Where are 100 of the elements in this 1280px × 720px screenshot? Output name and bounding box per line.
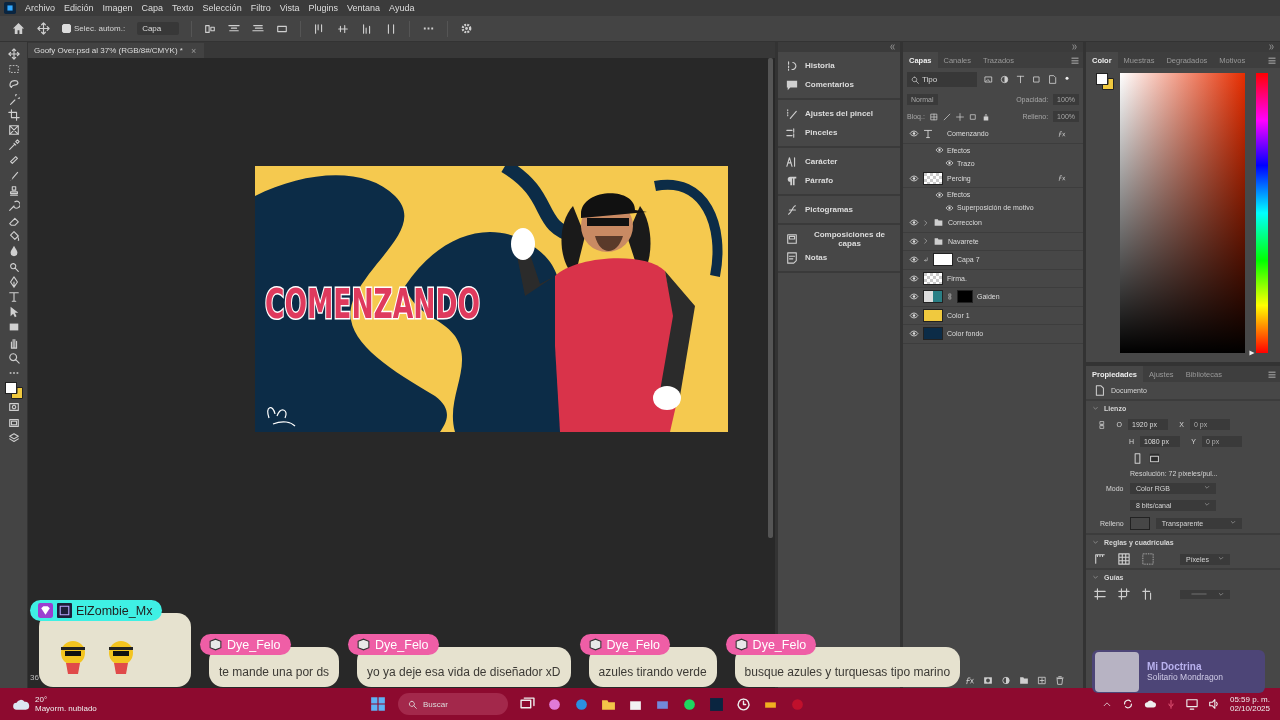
type-filter-icon[interactable] <box>1016 75 1025 84</box>
checkbox[interactable] <box>62 24 71 33</box>
menu-item[interactable]: Ayuda <box>389 3 415 13</box>
monitor-icon[interactable] <box>1185 698 1198 710</box>
menu-item[interactable]: Imagen <box>102 3 133 13</box>
panel-button[interactable]: Comentarios <box>778 75 900 94</box>
eye-icon[interactable] <box>909 255 919 265</box>
foreground-color-swatch[interactable] <box>1096 73 1108 85</box>
settings-icon[interactable] <box>460 22 474 35</box>
close-button[interactable]: × <box>190 45 197 56</box>
panel-button[interactable]: Pinceles <box>778 123 900 142</box>
eye-icon[interactable] <box>935 190 944 199</box>
panel-button[interactable]: Párrafo <box>778 171 900 190</box>
background-color-swatch[interactable] <box>10 387 23 400</box>
portrait-icon[interactable] <box>1132 453 1143 464</box>
lock-artboard-icon[interactable] <box>968 112 977 121</box>
marquee-tool-icon[interactable] <box>7 63 20 76</box>
lock-move-icon[interactable] <box>955 112 964 121</box>
eyedropper-icon[interactable] <box>7 139 20 152</box>
menu-icon[interactable] <box>1268 57 1276 64</box>
menu-item[interactable]: Capa <box>141 3 164 13</box>
lock-brush-icon[interactable] <box>942 112 951 121</box>
filter-dropdown[interactable]: Tipo <box>907 72 977 87</box>
slider-marker-icon[interactable] <box>1249 350 1255 356</box>
menu-item[interactable]: Ventana <box>347 3 381 13</box>
panel-button[interactable]: Carácter <box>778 152 900 171</box>
eye-icon[interactable] <box>909 236 919 246</box>
eye-icon[interactable] <box>909 310 919 320</box>
frame-tool-icon[interactable] <box>7 123 20 136</box>
new-layer-icon[interactable] <box>1037 675 1047 685</box>
menu-item[interactable]: Texto <box>172 3 194 13</box>
color-field[interactable] <box>1120 73 1245 353</box>
distribute-icon[interactable] <box>337 22 350 35</box>
eye-icon[interactable] <box>935 146 944 154</box>
menu-item[interactable]: Edición <box>64 3 94 13</box>
paint-bucket-icon[interactable] <box>7 230 20 243</box>
adjustment-icon[interactable] <box>1001 675 1011 685</box>
zoom-icon[interactable] <box>7 351 20 364</box>
fill-swatch[interactable] <box>1129 517 1150 530</box>
mask-icon[interactable] <box>983 675 993 685</box>
grid-icon[interactable] <box>1118 553 1130 565</box>
history-brush-icon[interactable] <box>7 199 20 212</box>
screen-mode-icon[interactable] <box>7 416 20 429</box>
menu-item[interactable]: Vista <box>279 3 300 13</box>
foreground-color-swatch[interactable] <box>4 382 17 395</box>
eye-icon[interactable] <box>909 218 919 228</box>
panel-button[interactable]: Pictogramas <box>778 200 900 219</box>
effects-icon[interactable] <box>965 675 975 685</box>
sync-icon[interactable] <box>1121 698 1134 710</box>
lasso-tool-icon[interactable] <box>7 78 20 91</box>
eye-icon[interactable] <box>945 159 954 167</box>
lock-icon[interactable] <box>981 112 990 121</box>
smart-guides-icon[interactable] <box>1142 588 1154 600</box>
eye-icon[interactable] <box>909 329 919 339</box>
panel-button[interactable]: Composiciones de capas <box>778 229 900 248</box>
smart-object-filter-icon[interactable] <box>1048 75 1057 84</box>
trash-icon[interactable] <box>1055 675 1065 685</box>
dodge-icon[interactable] <box>7 260 20 273</box>
panel-button[interactable]: Historia <box>778 56 900 75</box>
eye-icon[interactable] <box>909 129 919 139</box>
lock-guides-icon[interactable] <box>1118 588 1130 600</box>
target-dropdown[interactable]: Capa <box>137 22 180 35</box>
document-tab[interactable]: Goofy Over.psd al 37% (RGB/8#/CMYK) * × <box>28 43 205 58</box>
eye-icon[interactable] <box>909 292 919 302</box>
eye-icon[interactable] <box>909 273 919 283</box>
bandage-icon[interactable] <box>7 154 20 167</box>
move-tool-icon[interactable] <box>37 22 50 35</box>
menu-item[interactable]: Selección <box>202 3 242 13</box>
menu-item[interactable]: Plugins <box>308 3 339 13</box>
layers-stack-icon[interactable] <box>7 431 20 444</box>
crop-tool-icon[interactable] <box>7 108 20 121</box>
menu-icon[interactable] <box>1268 371 1276 378</box>
move-tool-icon[interactable] <box>7 48 20 60</box>
chevron-right-icon[interactable] <box>923 219 929 226</box>
menu-item[interactable]: Archivo <box>25 3 55 13</box>
menu-icon[interactable] <box>1071 57 1079 64</box>
landscape-icon[interactable] <box>1149 453 1160 464</box>
stamp-icon[interactable] <box>7 184 20 197</box>
cloud-icon[interactable] <box>1143 698 1156 710</box>
image-filter-icon[interactable] <box>984 75 993 84</box>
lock-pixels-icon[interactable] <box>929 112 938 121</box>
eye-icon[interactable] <box>909 173 919 183</box>
clock-icon[interactable] <box>736 696 751 712</box>
pixel-grid-icon[interactable] <box>1142 553 1154 565</box>
adjustment-filter-icon[interactable] <box>1000 75 1009 84</box>
ruler-icon[interactable] <box>1094 553 1106 565</box>
eye-icon[interactable] <box>945 203 954 212</box>
scrollbar[interactable] <box>768 58 773 538</box>
panel-button[interactable]: Ajustes del pincel <box>778 104 900 123</box>
quick-mask-icon[interactable] <box>7 401 20 414</box>
type-tool-icon[interactable] <box>7 291 20 303</box>
pen-tool-icon[interactable] <box>7 275 20 288</box>
folder-icon[interactable] <box>1019 675 1029 685</box>
quick-select-icon[interactable] <box>7 93 20 106</box>
chevron-right-icon[interactable] <box>923 238 929 245</box>
chevron-up-icon[interactable] <box>1101 700 1112 708</box>
align-icon[interactable] <box>204 22 217 35</box>
speaker-icon[interactable] <box>1207 698 1220 710</box>
background-color-swatch[interactable] <box>1102 78 1114 90</box>
shape-filter-icon[interactable] <box>1032 75 1041 84</box>
